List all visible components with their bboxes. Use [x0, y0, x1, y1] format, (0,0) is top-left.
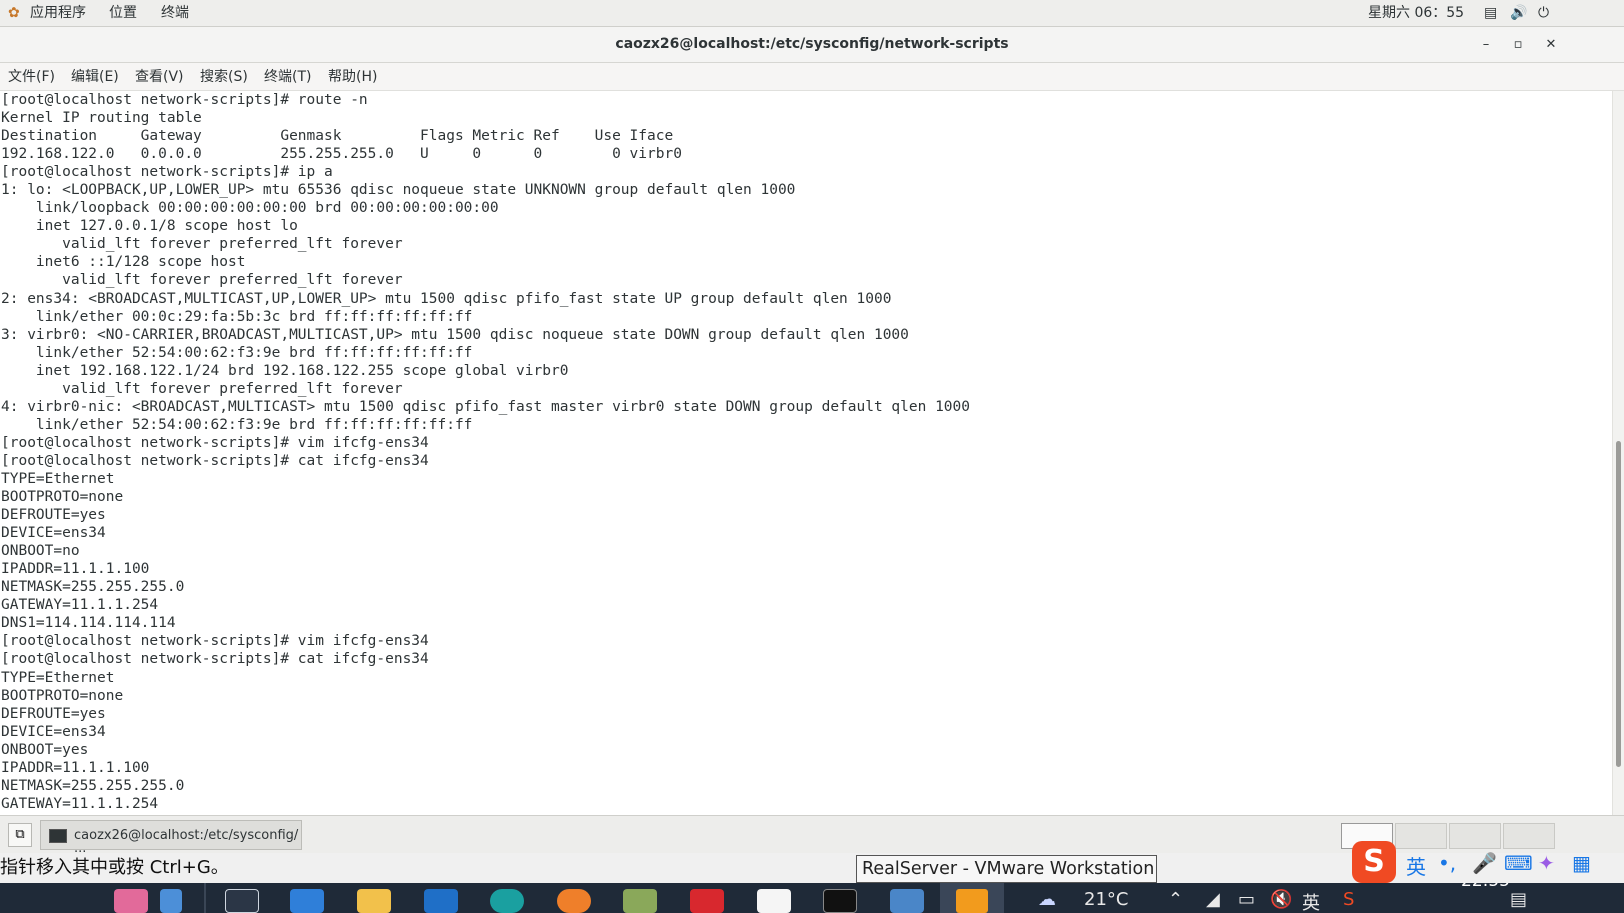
microphone-icon[interactable]: 🎤	[1472, 851, 1497, 875]
ime-language[interactable]: 英	[1406, 851, 1426, 880]
vmware-tooltip: RealServer - VMware Workstation	[856, 855, 1157, 883]
clock[interactable]: 星期六 06：55	[1368, 4, 1464, 22]
tray-battery-icon[interactable]: ▭	[1238, 889, 1255, 910]
maximize-button[interactable]: ▫	[1508, 35, 1528, 55]
wps-icon[interactable]	[690, 889, 724, 913]
menu-search[interactable]: 搜索(S)	[200, 69, 248, 86]
tray-sogou-icon[interactable]: S	[1343, 889, 1354, 910]
scrollbar-thumb[interactable]	[1616, 441, 1621, 767]
ime-toolbar: S 英 •, 🎤 ⌨ ✦ ▦	[1352, 841, 1624, 883]
notification-icon[interactable]: ▤	[1510, 889, 1527, 910]
terminal-output: [root@localhost network-scripts]# route …	[1, 92, 971, 812]
keyboard-icon[interactable]: ⌨	[1504, 851, 1533, 875]
taskbar-terminal-item[interactable]: caozx26@localhost:/etc/sysconfig/···	[40, 820, 302, 860]
cmd-icon[interactable]	[823, 889, 857, 913]
menu-terminal[interactable]: 终端(T)	[264, 69, 311, 86]
terminal-scrollbar[interactable]	[1612, 91, 1624, 815]
edge-icon[interactable]	[490, 889, 524, 913]
taskbar-divider	[204, 883, 206, 913]
network-tool-icon[interactable]	[757, 889, 791, 913]
windows-clock[interactable]: 22:55	[1461, 883, 1510, 891]
menu-bar: 文件(F) 编辑(E) 查看(V) 搜索(S) 终端(T) 帮助(H)	[0, 63, 1624, 91]
vmware-hint: 指针移入其中或按 Ctrl+G。	[0, 857, 229, 878]
remote-desktop-icon[interactable]	[890, 889, 924, 913]
tray-wifi-icon[interactable]: ◢	[1206, 889, 1220, 910]
applications-menu[interactable]: 应用程序	[30, 4, 86, 22]
store-icon[interactable]	[290, 889, 324, 913]
terminal-area[interactable]: [root@localhost network-scripts]# route …	[0, 91, 1612, 815]
windows-taskbar: ☁ 21°C ⌃ ◢ ▭ 🔇 英 S 22:55 ▤	[0, 883, 1624, 913]
ime-punctuation[interactable]: •,	[1438, 851, 1456, 875]
minimize-button[interactable]: –	[1476, 35, 1496, 55]
terminal-icon	[49, 829, 67, 843]
gnome-top-bar: ✿ 应用程序 位置 终端 星期六 06：55 ▤ 🔊 ⏻	[0, 0, 1624, 27]
toolbox-icon[interactable]: ▦	[1572, 851, 1591, 875]
file-explorer-icon[interactable]	[357, 889, 391, 913]
network-icon[interactable]: ▤	[1484, 4, 1497, 22]
weather-icon[interactable]: ☁	[1038, 889, 1056, 910]
menu-edit[interactable]: 编辑(E)	[71, 69, 119, 86]
paint-icon[interactable]	[623, 889, 657, 913]
places-menu[interactable]: 位置	[109, 4, 137, 22]
menu-view[interactable]: 查看(V)	[135, 69, 184, 86]
vmware-icon	[956, 889, 988, 913]
flower-app-icon[interactable]	[114, 889, 148, 913]
weather-temp[interactable]: 21°C	[1084, 889, 1128, 910]
volume-icon[interactable]: 🔊	[1510, 4, 1527, 22]
show-desktop-icon[interactable]: ⧉	[8, 823, 32, 847]
window-titlebar[interactable]: caozx26@localhost:/etc/sysconfig/network…	[0, 27, 1624, 63]
close-button[interactable]: ✕	[1541, 35, 1561, 55]
tray-chevron-icon[interactable]: ⌃	[1168, 889, 1183, 910]
menu-help[interactable]: 帮助(H)	[328, 69, 377, 86]
window-title: caozx26@localhost:/etc/sysconfig/network…	[615, 36, 1009, 52]
tray-mute-icon[interactable]: 🔇	[1270, 889, 1292, 910]
terminal-app-menu[interactable]: 终端	[161, 4, 189, 22]
menu-file[interactable]: 文件(F)	[8, 69, 55, 86]
task-view-icon[interactable]	[225, 889, 259, 913]
pen-app-icon[interactable]	[160, 889, 182, 913]
firefox-icon[interactable]	[557, 889, 591, 913]
applications-icon[interactable]: ✿	[8, 4, 20, 22]
tray-language[interactable]: 英	[1302, 889, 1320, 913]
power-icon[interactable]: ⏻	[1538, 4, 1549, 22]
vmware-taskbar-active[interactable]	[940, 883, 1004, 913]
mail-icon[interactable]	[424, 889, 458, 913]
skin-icon[interactable]: ✦	[1538, 851, 1555, 875]
sogou-logo-icon[interactable]: S	[1352, 841, 1396, 883]
